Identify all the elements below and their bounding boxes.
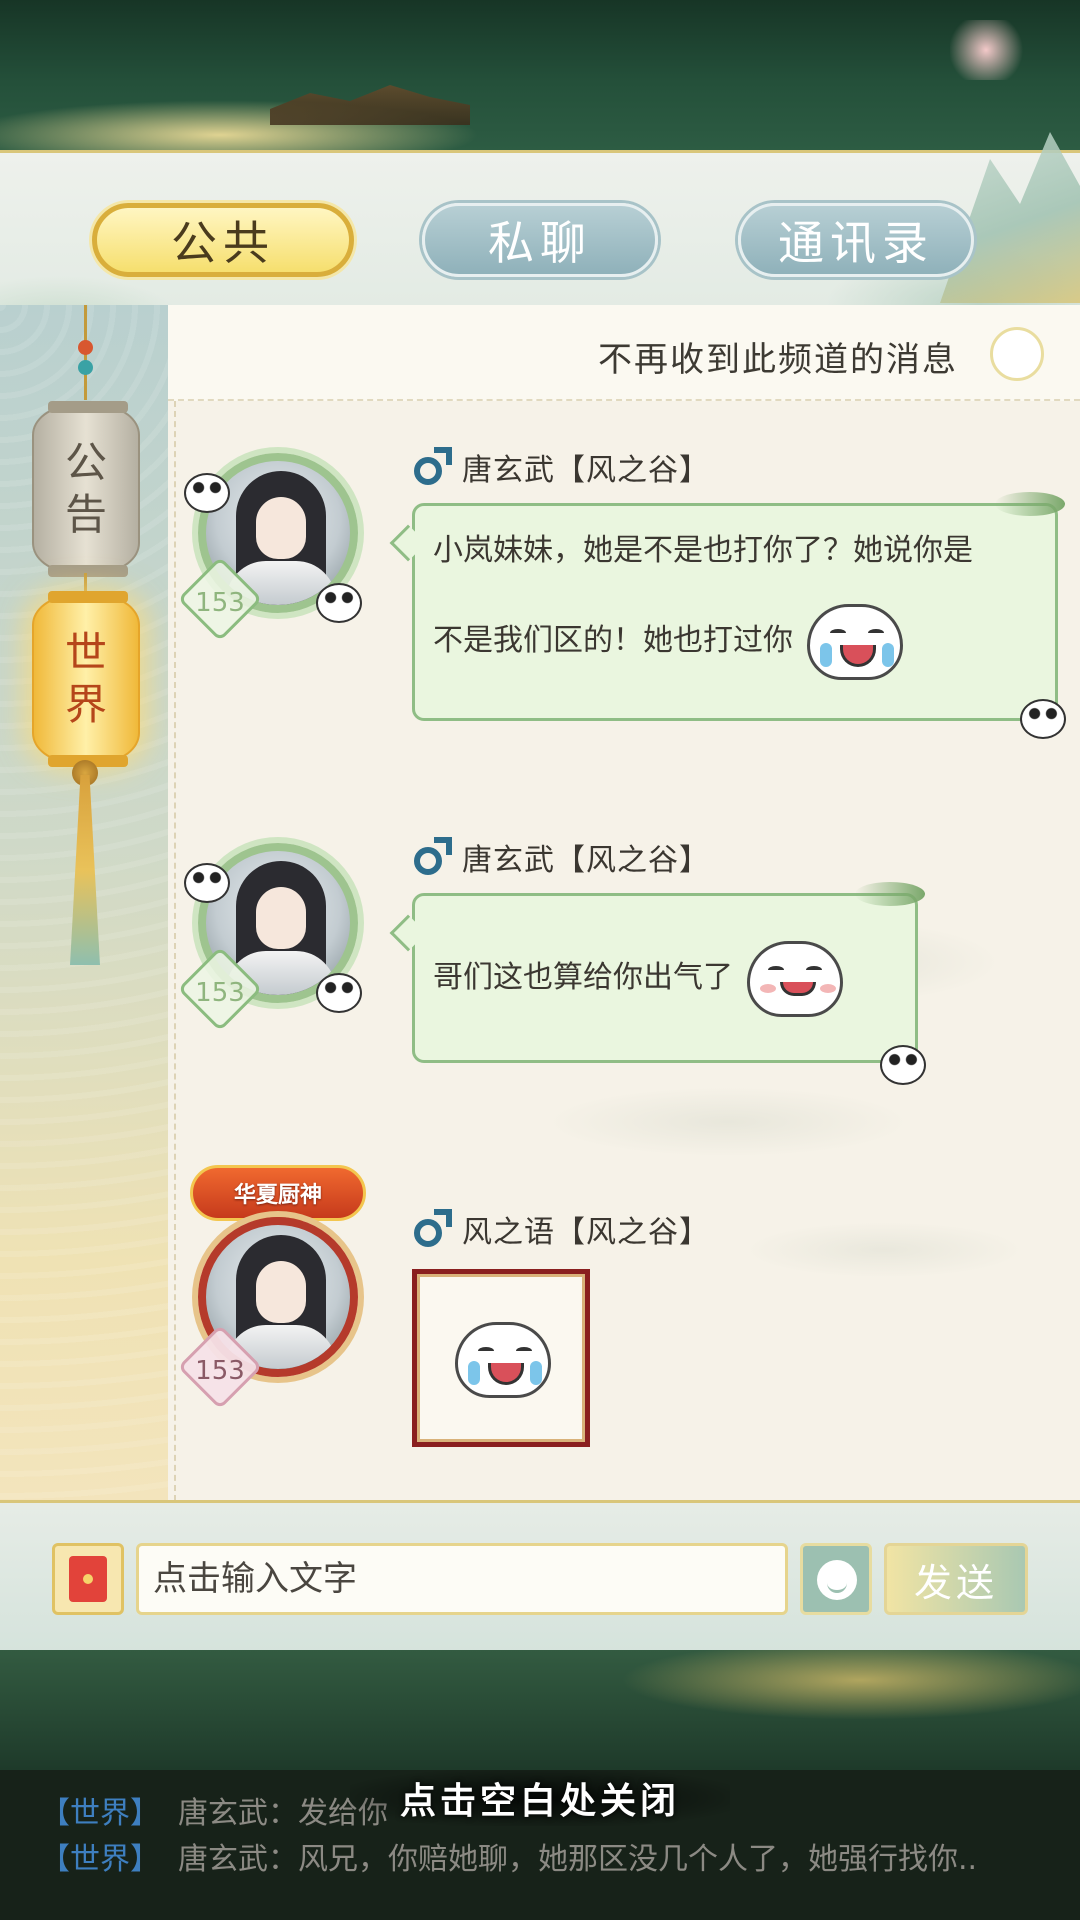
feed-channel-tag: 【世界】 (40, 1796, 160, 1831)
send-button[interactable]: 发送 (884, 1543, 1028, 1615)
male-icon (412, 835, 452, 879)
channel-world-label-bottom: 界 (64, 680, 107, 729)
bamboo-leaf-decoration (995, 492, 1065, 516)
channel-world-label-top: 世 (64, 628, 107, 677)
title-badge: 华夏厨神 (190, 1165, 366, 1221)
mute-channel-toggle[interactable] (990, 327, 1044, 381)
sender-name: 唐玄武【风之谷】 (462, 453, 710, 488)
tab-contacts-label: 通讯录 (778, 216, 934, 270)
tab-private-chat[interactable]: 私聊 (422, 203, 658, 277)
panda-decoration (184, 863, 230, 903)
top-decoration (0, 0, 1080, 150)
panda-decoration (880, 1045, 926, 1085)
feed-text: 唐玄武：风兄，你赔她聊，她那区没几个人了，她强行找你.. (178, 1842, 978, 1877)
mute-channel-label: 不再收到此频道的消息 (598, 340, 958, 380)
tab-private-chat-label: 私聊 (488, 216, 592, 270)
message-bubble[interactable]: 哥们这也算给你出气了 (389, 882, 925, 1063)
sender-row: 唐玄武【风之谷】 (412, 833, 710, 881)
channel-world-lantern[interactable]: 世 界 (32, 591, 140, 767)
golden-cloud-decoration (620, 1650, 1080, 1720)
sender-row: 唐玄武【风之谷】 (412, 443, 710, 491)
message-text-line: 小岚妹妹，她是不是也打你了？她说你是 (433, 533, 973, 568)
sender-name: 唐玄武【风之谷】 (462, 843, 710, 878)
sender-name: 风之语【风之谷】 (462, 1215, 710, 1250)
chat-header: 不再收到此频道的消息 (168, 305, 1080, 401)
channel-notice-lantern[interactable]: 公 告 (32, 401, 140, 577)
male-icon (412, 445, 452, 489)
message-text-line-wrap: 不是我们区的！她也打过你 (433, 596, 1039, 686)
smiley-icon (817, 1560, 857, 1600)
red-packet-icon (69, 1556, 107, 1602)
crying-laugh-emoji-icon (807, 603, 903, 680)
message-text-line: 不是我们区的！她也打过你 (433, 623, 793, 658)
bead-decoration (78, 340, 93, 355)
blossom-decoration (950, 20, 1040, 80)
channel-notice-label-bottom: 告 (64, 490, 107, 539)
message-text-line: 哥们这也算给你出气了 (433, 960, 733, 995)
chat-message: 华夏厨神 153 风之语【风之谷】 (168, 1165, 1080, 1485)
panda-decoration (184, 473, 230, 513)
message-bubble[interactable]: 小岚妹妹，她是不是也打你了？她说你是 不是我们区的！她也打过你 (389, 492, 1065, 721)
level-value: 153 (195, 978, 245, 1009)
red-packet-button[interactable] (52, 1543, 124, 1615)
panda-decoration (316, 973, 362, 1013)
channel-notice-label-top: 公 (64, 438, 107, 487)
bottom-decoration (0, 1650, 1080, 1770)
sender-row: 风之语【风之谷】 (412, 1205, 710, 1253)
chat-input[interactable] (136, 1543, 788, 1615)
bead-decoration (78, 360, 93, 375)
smirk-emoji-icon (747, 940, 843, 1017)
feed-channel-tag: 【世界】 (40, 1842, 160, 1877)
chat-message: 153 唐玄武【风之谷】 哥们这也算给你出气了 (168, 823, 1080, 1085)
input-bar: 发送 (0, 1500, 1080, 1653)
tab-bar: 公共 私聊 通讯录 (0, 132, 1080, 305)
level-value: 153 (195, 1356, 245, 1387)
panda-decoration (1020, 699, 1066, 739)
crying-laugh-emoji-icon (455, 1322, 551, 1398)
tab-public-label: 公共 (171, 216, 275, 270)
tab-public[interactable]: 公共 (92, 203, 354, 277)
chat-panel: 公共 私聊 通讯录 公 告 世 界 不再收到此频道的消息 153 唐玄武【风之谷… (0, 132, 1080, 1653)
level-value: 153 (195, 588, 245, 619)
tab-contacts[interactable]: 通讯录 (738, 203, 974, 277)
bridge-decoration (270, 85, 470, 125)
male-icon (412, 1207, 452, 1251)
bamboo-leaf-decoration (855, 882, 925, 906)
feed-line: 【世界】 唐玄武：风兄，你赔她聊，她那区没几个人了，她强行找你.. (40, 1834, 1060, 1878)
emoji-button[interactable] (800, 1543, 872, 1615)
chat-area[interactable]: 不再收到此频道的消息 153 唐玄武【风之谷】 小岚妹妹，她是不是也打你了？她说… (168, 305, 1080, 1501)
chat-message: 153 唐玄武【风之谷】 小岚妹妹，她是不是也打你了？她说你是 不是我们区的！她… (168, 433, 1080, 739)
panda-decoration (316, 583, 362, 623)
channel-sidebar: 公 告 世 界 (0, 305, 168, 1500)
sticker-message[interactable] (412, 1269, 590, 1447)
close-hint[interactable]: 点击空白处关闭 (350, 1770, 730, 1826)
